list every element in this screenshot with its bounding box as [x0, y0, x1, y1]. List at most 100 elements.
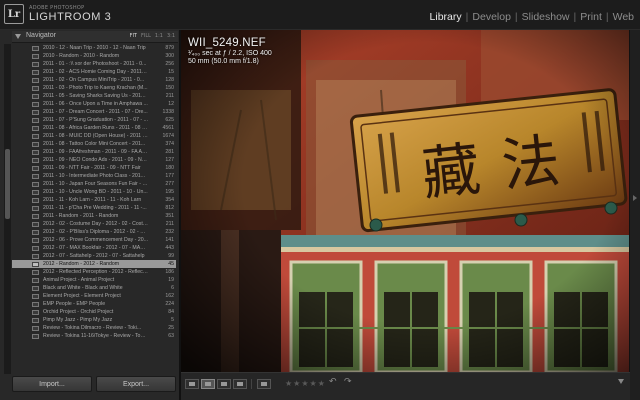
expand-right-panel-icon[interactable]	[633, 195, 637, 201]
collection-row[interactable]: 2011 - 09 - NTT Fair - 2011 - 09 - NTT F…	[12, 164, 176, 172]
collection-row[interactable]: 2011 - 11 - p'Cha Pre Wedding - 2011 - 1…	[12, 204, 176, 212]
collection-row[interactable]: 2011 - 02 - On Campus MiniTrip - 2011 - …	[12, 76, 176, 84]
collection-row[interactable]: 2011 - 01 - :\\ xor der Photoshoot - 201…	[12, 60, 176, 68]
collection-row[interactable]: Pimp My Jazz - Pimp My Jazz 5	[12, 316, 176, 324]
module-slideshow[interactable]: Slideshow	[522, 11, 570, 23]
collection-count: 45	[168, 261, 174, 267]
collection-row[interactable]: 2011 - 11 - Koh Larn - 2011 - 11 - Koh L…	[12, 196, 176, 204]
module-picker: Library | Develop | Slideshow | Print | …	[430, 11, 634, 23]
collapse-triangle-icon[interactable]	[15, 34, 21, 39]
rotate-right-icon[interactable]: ↷	[344, 377, 352, 387]
collection-name: 2011 - 02 - ACS Homie Coming Day - 2011 …	[43, 69, 148, 75]
collection-row[interactable]: 2011 - 10 - Japan Four Seasons Fun Fair …	[12, 180, 176, 188]
collection-row[interactable]: 2010 - 12 - Naan Trip - 2010 - 12 - Naan…	[12, 44, 176, 52]
collection-row[interactable]: 2012 - Reflected Perception - 2012 - Ref…	[12, 268, 176, 276]
compare-view-button[interactable]	[217, 379, 231, 389]
collection-count: 354	[165, 197, 174, 203]
collection-icon	[32, 309, 39, 315]
collection-row[interactable]: Review - Tokina 11-16/Tokye - Review - T…	[12, 332, 176, 340]
collection-count: 812	[165, 205, 174, 211]
collection-row[interactable]: 2011 - 05 - Saving Sharks Saving Us - 20…	[12, 92, 176, 100]
photo-lens: 50 mm (50.0 mm f/1.8)	[188, 58, 259, 65]
photo-vignette	[181, 30, 629, 372]
collection-name: 2011 - 02 - On Campus MiniTrip - 2011 - …	[43, 77, 145, 83]
collection-row[interactable]: 2012 - 07 - Sattahelp - 2012 - 07 - Satt…	[12, 252, 176, 260]
collection-row[interactable]: Element Project - Element Project 162	[12, 292, 176, 300]
flag-icon	[261, 382, 267, 386]
collection-row[interactable]: Review - Tokina Dilmacro - Review - Toki…	[12, 324, 176, 332]
collection-row[interactable]: 2012 - 02 - P'Bliss's Diploma - 2012 - 0…	[12, 228, 176, 236]
module-separator: |	[573, 11, 577, 23]
collection-icon	[32, 301, 39, 307]
collection-name: Element Project - Element Project	[43, 293, 121, 299]
collection-icon	[32, 189, 39, 195]
collection-row[interactable]: 2011 - 03 - Photo Trip to Kaeng Krachan …	[12, 84, 176, 92]
collection-name: 2012 - 02 - Costume Day - 2012 - 02 - Co…	[43, 221, 148, 227]
collection-row[interactable]: 2012 - 06 - Prove Commencement Day - 20.…	[12, 236, 176, 244]
loupe-view-button[interactable]	[201, 379, 215, 389]
collection-row[interactable]: Orchid Project - Orchid Project 84	[12, 308, 176, 316]
collection-row[interactable]: 2011 - 09 - FAAfreshman - 2011 - 09 - FA…	[12, 148, 176, 156]
zoom-1-1[interactable]: 1:1	[155, 33, 163, 39]
panel-scrollbar[interactable]	[4, 44, 11, 374]
collection-icon	[32, 221, 39, 227]
photo-exposure: ¹⁄₄₀₀ sec at ƒ / 2.2, ISO 400	[188, 50, 272, 57]
survey-view-icon	[237, 382, 243, 386]
zoom-3-1[interactable]: 3:1	[167, 33, 175, 39]
collection-row[interactable]: 2011 - 08 - MUIC DD (Open House) - 2011 …	[12, 132, 176, 140]
flag-button[interactable]	[257, 379, 271, 389]
import-button[interactable]: Import...	[12, 376, 92, 392]
collection-row[interactable]: 2011 - 08 - Africa Garden Runs - 2011 - …	[12, 124, 176, 132]
collection-row[interactable]: 2012 - 07 - MAX Bookfair - 2012 - 07 - M…	[12, 244, 176, 252]
module-library[interactable]: Library	[430, 11, 462, 23]
collection-icon	[32, 317, 39, 323]
collection-name: 2011 - Random - 2011 - Random	[43, 213, 119, 219]
collection-count: 224	[165, 301, 174, 307]
collection-count: 5	[171, 317, 174, 323]
collection-row[interactable]: Animal Project - Animal Project 19	[12, 276, 176, 284]
collection-name: 2011 - 06 - Once Upon a Time in Amphawa …	[43, 101, 148, 107]
collection-name: 2010 - 12 - Naan Trip - 2010 - 12 - Naan…	[43, 45, 146, 51]
collection-count: 141	[165, 237, 174, 243]
collection-row[interactable]: 2012 - Random - 2012 - Random 45	[12, 260, 176, 268]
collection-icon	[32, 181, 39, 187]
collection-count: 84	[168, 309, 174, 315]
collection-count: 15	[168, 69, 174, 75]
rotate-left-icon[interactable]: ↶	[329, 377, 337, 387]
collection-icon	[32, 261, 39, 267]
toolbar-divider	[251, 379, 252, 389]
module-develop[interactable]: Develop	[472, 11, 511, 23]
star-rating[interactable]: ★★★★★	[285, 379, 326, 388]
collection-count: 162	[165, 293, 174, 299]
collection-name: 2012 - Reflected Perception - 2012 - Ref…	[43, 269, 148, 275]
collection-name: 2011 - 03 - Photo Trip to Kaeng Krachan …	[43, 85, 148, 91]
collection-row[interactable]: 2011 - 06 - Once Upon a Time in Amphawa …	[12, 100, 176, 108]
collection-row[interactable]: 2011 - 10 - Intermediate Photo Class - 2…	[12, 172, 176, 180]
module-web[interactable]: Web	[613, 11, 634, 23]
collection-row[interactable]: EMP People - EMP People 224	[12, 300, 176, 308]
toolbar-menu-chevron-icon[interactable]	[618, 379, 624, 384]
zoom-fill[interactable]: FILL	[141, 33, 151, 39]
module-print[interactable]: Print	[580, 11, 602, 23]
scrollbar-thumb[interactable]	[5, 149, 10, 219]
collection-row[interactable]: 2011 - Random - 2011 - Random 351	[12, 212, 176, 220]
loupe-viewer[interactable]: 藏 法	[181, 30, 629, 372]
zoom-fit[interactable]: FIT	[130, 33, 137, 39]
survey-view-button[interactable]	[233, 379, 247, 389]
collection-row[interactable]: 2011 - 10 - Uncle Wong BD - 2011 - 10 - …	[12, 188, 176, 196]
collection-row[interactable]: 2011 - 07 - P'Sung Graduation - 2011 - 0…	[12, 116, 176, 124]
collection-row[interactable]: 2011 - 02 - ACS Homie Coming Day - 2011 …	[12, 68, 176, 76]
collection-row[interactable]: 2011 - 07 - Dream Concert - 2011 - 07 - …	[12, 108, 176, 116]
navigator-header[interactable]: Navigator FIT FILL 1:1 3:1	[12, 31, 178, 43]
grid-view-button[interactable]	[185, 379, 199, 389]
collection-row[interactable]: 2012 - 02 - Costume Day - 2012 - 02 - Co…	[12, 220, 176, 228]
collection-row[interactable]: Black and White - Black and White 6	[12, 284, 176, 292]
collection-row[interactable]: 2011 - 08 - Tattoo Color Mini Concert - …	[12, 140, 176, 148]
collection-name: 2011 - 09 - NTT Fair - 2011 - 09 - NTT F…	[43, 165, 141, 171]
right-panel-collapsed[interactable]	[630, 30, 640, 400]
collection-row[interactable]: 2011 - 09 - NEO Condo Ads - 2011 - 09 - …	[12, 156, 176, 164]
collection-count: 99	[168, 253, 174, 259]
collection-row[interactable]: 2010 - Random - 2010 - Random 300	[12, 52, 176, 60]
collection-name: 2011 - 07 - P'Sung Graduation - 2011 - 0…	[43, 117, 148, 123]
export-button[interactable]: Export...	[96, 376, 176, 392]
